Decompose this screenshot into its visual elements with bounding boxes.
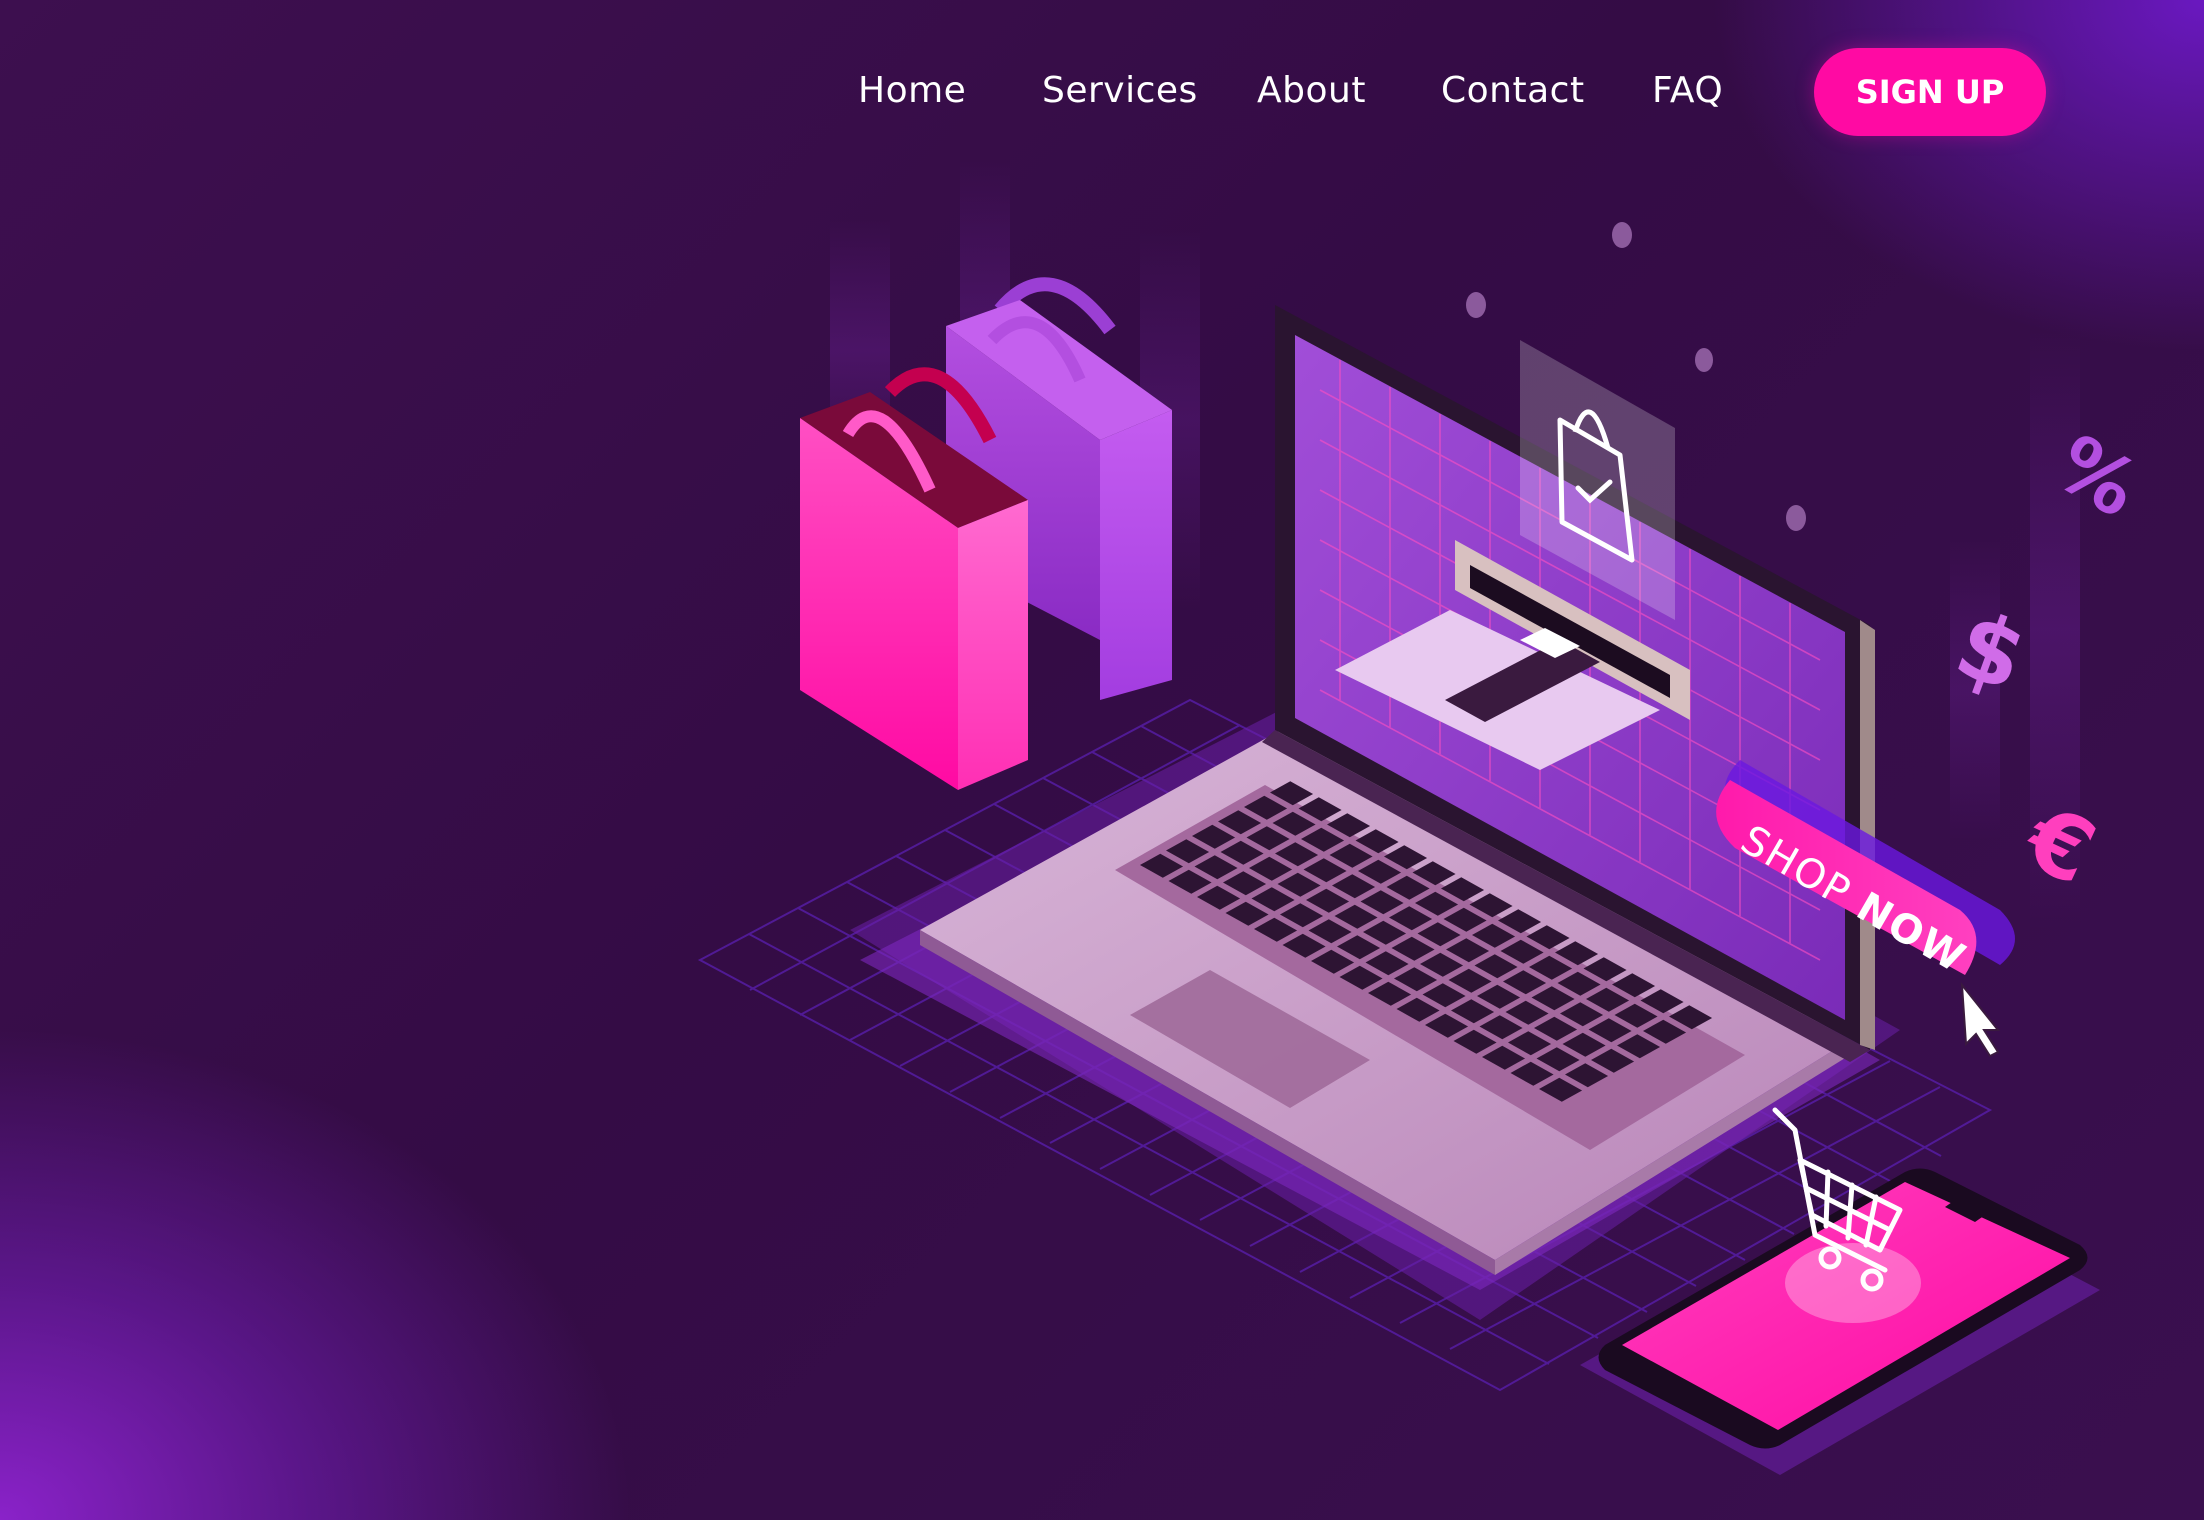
- euro-symbol: €: [2009, 785, 2110, 905]
- sign-up-button[interactable]: SIGN UP: [1814, 48, 2046, 136]
- nav-link-home[interactable]: Home: [858, 70, 966, 111]
- smartphone: [1580, 1168, 2100, 1475]
- nav-link-contact[interactable]: Contact: [1441, 70, 1585, 111]
- ecommerce-hero-illustration: % $ € SHOP NOW: [697, 160, 2153, 1475]
- mouse-pointer-icon: [1960, 981, 2001, 1058]
- shopping-bag-pink: [800, 367, 1028, 790]
- nav-link-faq[interactable]: FAQ: [1652, 70, 1723, 111]
- nav-link-about[interactable]: About: [1257, 70, 1366, 111]
- top-navigation: Home Services About Contact FAQ SIGN UP: [0, 0, 2204, 190]
- nav-link-services[interactable]: Services: [1042, 70, 1198, 111]
